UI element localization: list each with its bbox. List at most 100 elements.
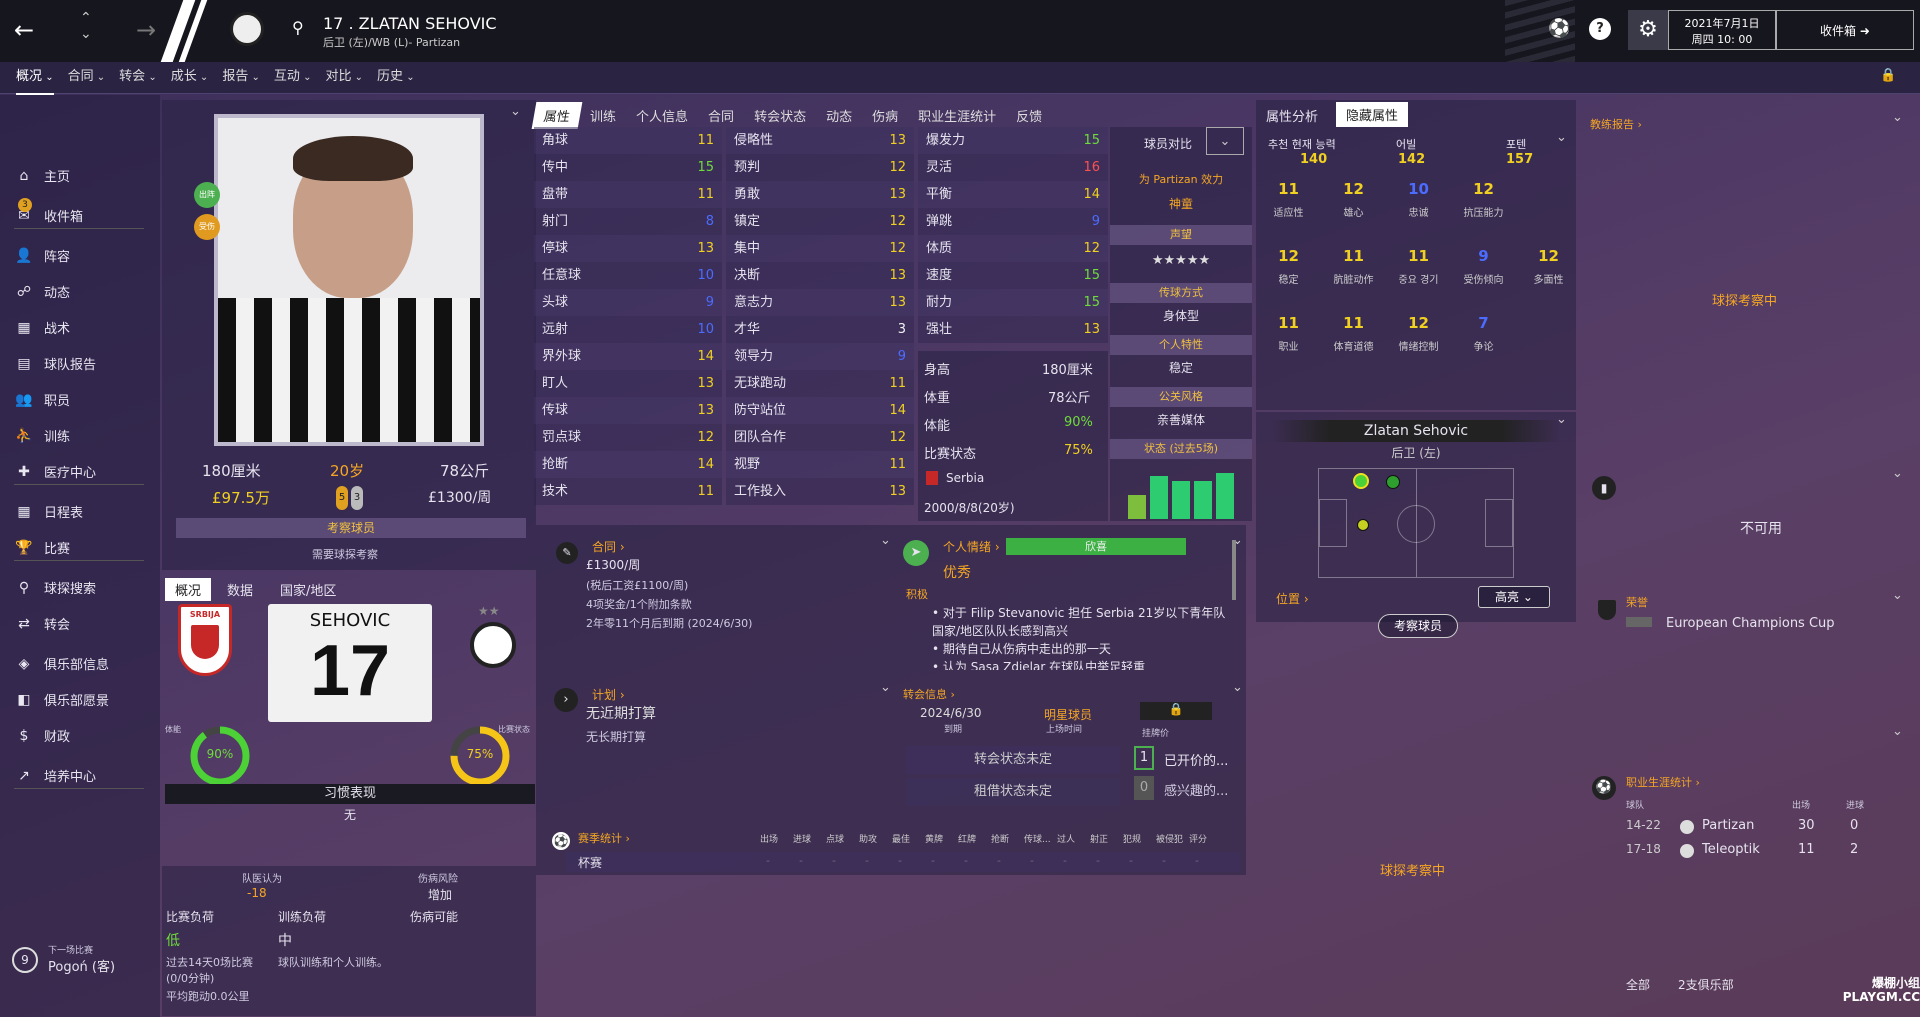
attribute-row[interactable]: 无球跑动 11 xyxy=(726,370,914,397)
attribute-tab[interactable]: 动态 xyxy=(816,102,862,129)
attribute-tab[interactable]: 属性 xyxy=(531,102,583,129)
sidebar-item[interactable]: ☍ 动态 xyxy=(14,282,70,302)
chevron-down-icon[interactable]: ⌄ xyxy=(1892,588,1903,603)
scrollbar[interactable] xyxy=(1232,540,1236,600)
attribute-tab[interactable]: 训练 xyxy=(580,102,626,129)
next-match-team[interactable]: Pogoń (客) xyxy=(48,956,115,975)
sidebar-item[interactable]: ⛹ 训练 xyxy=(14,426,70,446)
attribute-row[interactable]: 镇定 12 xyxy=(726,208,914,235)
sidebar-item[interactable]: ▦ 战术 xyxy=(14,318,70,338)
tab-hidden-attributes[interactable]: 隐藏属性 xyxy=(1336,102,1409,127)
lock-icon[interactable]: 🔒 xyxy=(1880,68,1896,83)
chevron-down-icon[interactable]: ⌄ xyxy=(510,104,521,119)
interest-label[interactable]: 感兴趣的... xyxy=(1164,780,1228,799)
inbox-button[interactable]: 收件箱 ➜ xyxy=(1776,10,1914,50)
scout-player-button[interactable]: 考察球员 xyxy=(176,518,526,538)
transfer-title[interactable]: 转会信息 › xyxy=(903,686,955,702)
sidebar-item[interactable]: ◈ 俱乐部信息 xyxy=(14,654,109,674)
attribute-tab[interactable]: 反馈 xyxy=(1006,102,1052,129)
subnav-tab[interactable]: 对比 xyxy=(325,62,363,93)
sidebar-item[interactable]: ◧ 俱乐部愿景 xyxy=(14,690,109,710)
season-stats-title[interactable]: 赛季统计 › xyxy=(578,830,630,846)
attribute-row[interactable]: 视野 11 xyxy=(726,451,914,478)
chevron-down-icon[interactable]: ⌄ xyxy=(1892,724,1903,739)
attribute-row[interactable]: 侵略性 13 xyxy=(726,127,914,154)
attribute-row[interactable]: 爆发力 15 xyxy=(918,127,1108,154)
search-icon[interactable]: ⚲ xyxy=(292,18,304,37)
sidebar-item[interactable]: 👥 职员 xyxy=(14,390,70,410)
tab-overview[interactable]: 概况 xyxy=(165,578,212,601)
subnav-tab[interactable]: 报告 xyxy=(222,62,260,93)
attribute-row[interactable]: 意志力 13 xyxy=(726,289,914,316)
attribute-tab[interactable]: 转会状态 xyxy=(744,102,816,129)
attribute-row[interactable]: 速度 15 xyxy=(918,262,1108,289)
career-stats-link[interactable]: 职业生涯统计 › xyxy=(1626,774,1700,790)
sidebar-item[interactable]: ✚ 医疗中心 xyxy=(14,462,144,485)
footer-all[interactable]: 全部 xyxy=(1626,976,1650,993)
attribute-tab[interactable]: 合同 xyxy=(698,102,744,129)
up-down-icon[interactable]: ⌃ ⌄ xyxy=(80,10,92,42)
contract-title[interactable]: 合同 › xyxy=(592,538,625,555)
attribute-row[interactable]: 盯人 13 xyxy=(534,370,722,397)
attribute-row[interactable]: 停球 13 xyxy=(534,235,722,262)
sidebar-item[interactable]: ▦ 日程表 xyxy=(14,502,83,522)
chevron-down-icon[interactable]: ⌄ xyxy=(1892,110,1903,125)
subnav-tab[interactable]: 历史 xyxy=(377,62,415,93)
attribute-row[interactable]: 任意球 10 xyxy=(534,262,722,289)
attribute-row[interactable]: 防守站位 14 xyxy=(726,397,914,424)
attribute-row[interactable]: 头球 9 xyxy=(534,289,722,316)
attribute-row[interactable]: 传中 15 xyxy=(534,154,722,181)
attribute-row[interactable]: 远射 10 xyxy=(534,316,722,343)
chevron-down-icon[interactable]: ⌄ xyxy=(880,533,891,548)
help-icon[interactable]: ? xyxy=(1589,18,1611,40)
attribute-row[interactable]: 强壮 13 xyxy=(918,316,1108,343)
career-row[interactable]: 14-22 Partizan 30 0 xyxy=(1626,818,1886,842)
attribute-row[interactable]: 团队合作 12 xyxy=(726,424,914,451)
sidebar-item[interactable]: ⌂ 主页 xyxy=(14,166,70,186)
chevron-down-icon[interactable]: ⌄ xyxy=(1556,130,1567,145)
tab-attribute-analysis[interactable]: 属性分析 xyxy=(1266,106,1318,125)
tab-nation[interactable]: 国家/地区 xyxy=(280,580,336,599)
attribute-tab[interactable]: 职业生涯统计 xyxy=(908,102,1006,129)
attribute-row[interactable]: 界外球 14 xyxy=(534,343,722,370)
subnav-tab[interactable]: 概况 xyxy=(16,62,54,95)
attribute-row[interactable]: 盘带 11 xyxy=(534,181,722,208)
back-icon[interactable]: ← xyxy=(14,16,34,44)
attribute-row[interactable]: 射门 8 xyxy=(534,208,722,235)
offers-label[interactable]: 已开价的... xyxy=(1164,750,1228,769)
sidebar-item[interactable]: ⇄ 转会 xyxy=(14,614,70,634)
career-row[interactable]: 17-18 Teleoptik 11 2 xyxy=(1626,842,1886,866)
chevron-down-icon[interactable]: ⌄ xyxy=(1892,466,1903,481)
attribute-row[interactable]: 体质 12 xyxy=(918,235,1108,262)
attribute-row[interactable]: 才华 3 xyxy=(726,316,914,343)
sidebar-item[interactable]: 🏆 比赛 xyxy=(14,538,144,561)
position-link[interactable]: 位置 › xyxy=(1276,590,1309,607)
attribute-row[interactable]: 工作投入 13 xyxy=(726,478,914,505)
settings-gear-icon[interactable]: ⚙ xyxy=(1628,10,1668,50)
attribute-row[interactable]: 勇敢 13 xyxy=(726,181,914,208)
attribute-row[interactable]: 角球 11 xyxy=(534,127,722,154)
attribute-row[interactable]: 抢断 14 xyxy=(534,451,722,478)
plan-title[interactable]: 计划 › xyxy=(592,686,625,703)
subnav-tab[interactable]: 转会 xyxy=(119,62,157,93)
chevron-down-icon[interactable]: ⌄ xyxy=(1232,680,1243,695)
attribute-row[interactable]: 耐力 15 xyxy=(918,289,1108,316)
subnav-tab[interactable]: 合同 xyxy=(68,62,106,93)
subnav-tab[interactable]: 互动 xyxy=(274,62,312,93)
compare-dropdown[interactable]: ⌄ xyxy=(1206,127,1244,155)
attribute-row[interactable]: 弹跳 9 xyxy=(918,208,1108,235)
attribute-row[interactable]: 灵活 16 xyxy=(918,154,1108,181)
forward-icon[interactable]: → xyxy=(136,16,156,44)
attribute-row[interactable]: 技术 11 xyxy=(534,478,722,505)
sidebar-item[interactable]: ✉ 3 收件箱 xyxy=(14,198,144,229)
scout-player-button[interactable]: 考察球员 xyxy=(1378,614,1458,638)
date-display[interactable]: 2021年7月1日 周四 10: 00 xyxy=(1668,10,1776,50)
attribute-row[interactable]: 决断 13 xyxy=(726,262,914,289)
chevron-down-icon[interactable]: ⌄ xyxy=(880,680,891,695)
chevron-down-icon[interactable]: ⌄ xyxy=(1556,412,1567,427)
attribute-tab[interactable]: 伤病 xyxy=(862,102,908,129)
coach-report-link[interactable]: 教练报告 › xyxy=(1590,116,1642,132)
attribute-row[interactable]: 预判 12 xyxy=(726,154,914,181)
sidebar-item[interactable]: ⚲ 球探搜索 xyxy=(14,578,96,598)
attribute-tab[interactable]: 个人信息 xyxy=(626,102,698,129)
